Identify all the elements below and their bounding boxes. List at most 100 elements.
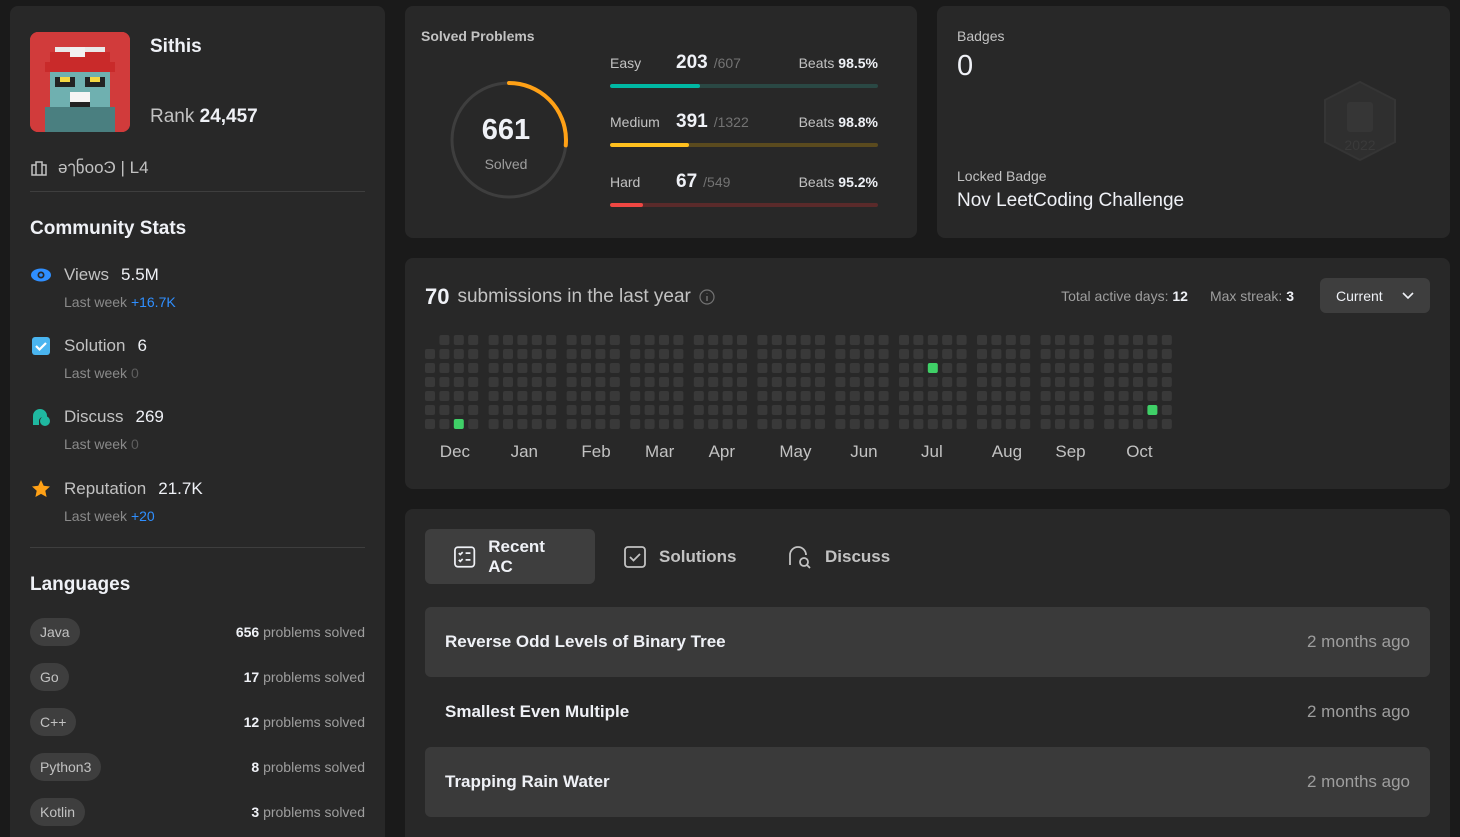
heatmap-day-cell[interactable] (942, 391, 953, 401)
heatmap-day-cell[interactable] (708, 335, 719, 345)
heatmap-day-cell[interactable] (1055, 405, 1065, 415)
heatmap-day-cell[interactable] (737, 335, 747, 345)
heatmap-day-cell[interactable] (849, 363, 860, 373)
heatmap-day-cell[interactable] (439, 349, 450, 359)
heatmap-day-cell[interactable] (630, 377, 641, 387)
heatmap-day-cell[interactable] (1133, 419, 1143, 429)
heatmap-day-cell[interactable] (659, 363, 669, 373)
heatmap-day-cell[interactable] (786, 335, 797, 345)
heatmap-day-cell[interactable] (991, 335, 1002, 345)
heatmap-day-cell[interactable] (546, 363, 557, 373)
heatmap-day-cell[interactable] (722, 335, 733, 345)
heatmap-day-cell[interactable] (609, 405, 620, 415)
heatmap-day-cell[interactable] (835, 419, 846, 429)
heatmap-day-cell[interactable] (1020, 405, 1031, 415)
heatmap-day-cell[interactable] (913, 391, 924, 401)
heatmap-day-cell[interactable] (503, 349, 513, 359)
heatmap-day-cell[interactable] (517, 405, 528, 415)
heatmap-day-cell[interactable] (546, 391, 557, 401)
heatmap-day-cell[interactable] (1104, 349, 1115, 359)
heatmap-day-cell[interactable] (956, 391, 967, 401)
heatmap-day-cell[interactable] (737, 349, 747, 359)
heatmap-day-cell[interactable] (1083, 377, 1094, 387)
heatmap-day-cell[interactable] (425, 405, 435, 415)
heatmap-day-cell[interactable] (771, 377, 782, 387)
heatmap-day-cell[interactable] (737, 363, 747, 373)
heatmap-day-cell[interactable] (899, 349, 909, 359)
language-tag[interactable]: Kotlin (30, 798, 86, 826)
heatmap-day-cell[interactable] (1005, 391, 1016, 401)
heatmap-day-cell[interactable] (425, 391, 435, 401)
heatmap-day-cell[interactable] (956, 405, 967, 415)
heatmap-day-cell[interactable] (1040, 419, 1051, 429)
heatmap-day-cell[interactable] (517, 349, 528, 359)
recent-ac-row[interactable]: Smallest Even Multiple 2 months ago (425, 677, 1430, 747)
heatmap-day-cell[interactable] (673, 363, 684, 373)
heatmap-day-cell[interactable] (757, 335, 768, 345)
heatmap-day-cell[interactable] (737, 405, 747, 415)
heatmap-day-cell[interactable] (835, 377, 846, 387)
heatmap-day-cell[interactable] (708, 419, 719, 429)
heatmap-day-cell[interactable] (693, 349, 704, 359)
heatmap-day-cell[interactable] (693, 391, 704, 401)
heatmap-day-cell[interactable] (531, 405, 542, 415)
heatmap-day-cell[interactable] (815, 391, 825, 401)
heatmap-day-cell[interactable] (913, 377, 924, 387)
heatmap-day-cell[interactable] (1104, 405, 1115, 415)
heatmap-day-cell[interactable] (581, 335, 591, 345)
heatmap-day-cell[interactable] (1020, 391, 1031, 401)
heatmap-day-cell[interactable] (503, 335, 513, 345)
heatmap-day-cell[interactable] (453, 335, 464, 345)
locked-badge-icon[interactable]: 2022 (1317, 78, 1403, 164)
heatmap-day-cell[interactable] (878, 335, 889, 345)
heatmap-day-cell[interactable] (927, 349, 938, 359)
heatmap-day-cell[interactable] (977, 391, 987, 401)
heatmap-day-cell[interactable] (595, 391, 606, 401)
heatmap-day-cell[interactable] (1118, 405, 1129, 415)
heatmap-day-cell[interactable] (771, 349, 782, 359)
heatmap-day-cell[interactable] (1133, 377, 1143, 387)
heatmap-day-cell[interactable] (1161, 391, 1172, 401)
heatmap-day-cell[interactable] (878, 363, 889, 373)
heatmap-day-cell[interactable] (1083, 349, 1094, 359)
heatmap-day-cell[interactable] (927, 335, 938, 345)
heatmap-day-cell[interactable] (503, 377, 513, 387)
heatmap-day-cell[interactable] (546, 405, 557, 415)
heatmap-day-cell[interactable] (595, 349, 606, 359)
heatmap-day-cell[interactable] (644, 377, 655, 387)
info-icon[interactable] (699, 289, 715, 305)
heatmap-day-cell[interactable] (425, 349, 435, 359)
heatmap-day-cell[interactable] (1040, 335, 1051, 345)
heatmap-day-cell[interactable] (531, 335, 542, 345)
heatmap-day-cell[interactable] (708, 405, 719, 415)
heatmap-day-cell[interactable] (800, 419, 811, 429)
language-tag[interactable]: Go (30, 663, 69, 691)
heatmap-day-cell[interactable] (1005, 335, 1016, 345)
heatmap-day-cell[interactable] (468, 349, 479, 359)
heatmap-day-cell[interactable] (1133, 405, 1143, 415)
heatmap-day-cell[interactable] (673, 419, 684, 429)
heatmap-day-cell[interactable] (1083, 405, 1094, 415)
heatmap-day-cell[interactable] (956, 335, 967, 345)
heatmap-day-cell[interactable] (503, 363, 513, 373)
heatmap-day-cell[interactable] (595, 419, 606, 429)
heatmap-day-cell[interactable] (439, 419, 450, 429)
heatmap-day-cell[interactable] (468, 419, 479, 429)
heatmap-day-cell[interactable] (468, 377, 479, 387)
heatmap-day-cell[interactable] (609, 335, 620, 345)
heatmap-day-cell[interactable] (1055, 349, 1065, 359)
heatmap-day-cell[interactable] (849, 377, 860, 387)
heatmap-day-cell[interactable] (1104, 391, 1115, 401)
tab-solutions[interactable]: Solutions (595, 529, 760, 584)
heatmap-day-cell[interactable] (786, 363, 797, 373)
heatmap-day-cell[interactable] (899, 405, 909, 415)
heatmap-day-cell[interactable] (835, 405, 846, 415)
heatmap-day-cell[interactable] (1055, 335, 1065, 345)
heatmap-day-cell[interactable] (786, 391, 797, 401)
heatmap-day-cell[interactable] (771, 391, 782, 401)
heatmap-day-cell[interactable] (899, 419, 909, 429)
heatmap-day-cell[interactable] (815, 335, 825, 345)
heatmap-day-cell[interactable] (864, 405, 875, 415)
heatmap-day-cell[interactable] (864, 391, 875, 401)
heatmap-day-cell[interactable] (722, 405, 733, 415)
